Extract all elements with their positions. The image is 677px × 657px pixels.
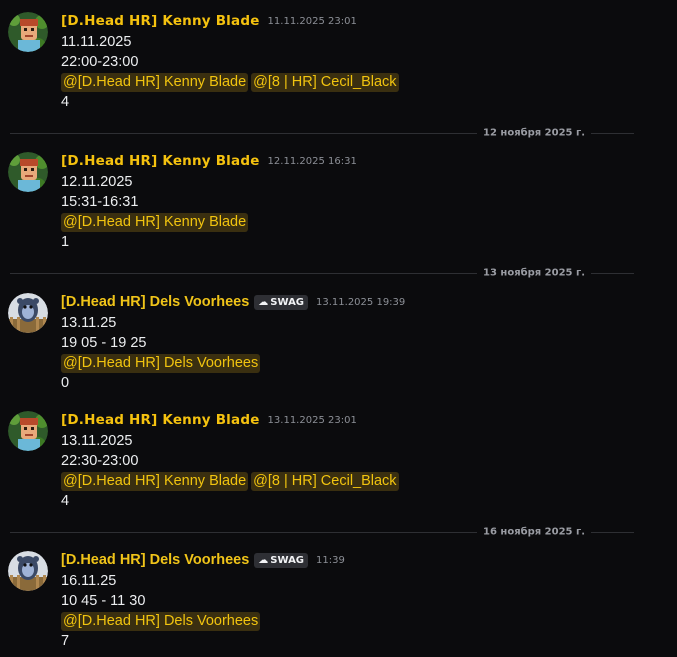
author-name[interactable]: [D.Head HR] Kenny Blade <box>61 13 260 29</box>
server-tag-badge[interactable]: ☁ SWAG <box>254 552 309 568</box>
message-line: 16.11.25 <box>61 573 117 589</box>
message-line: 12.11.2025 <box>61 174 133 190</box>
user-mention[interactable]: @[8 | HR] Cecil_Black <box>251 73 399 92</box>
message-line: 22:00-23:00 <box>61 54 139 70</box>
message-content: 12.11.2025 15:31-16:31 @[D.Head HR] Kenn… <box>61 172 251 252</box>
message-timestamp: 13.11.2025 19:39 <box>316 296 406 308</box>
author-name[interactable]: [D.Head HR] Kenny Blade <box>61 153 260 169</box>
message-line: 4 <box>61 493 70 509</box>
green-character-avatar-icon[interactable] <box>8 12 48 52</box>
green-character-avatar-icon[interactable] <box>8 152 48 192</box>
message-content: 13.11.2025 22:30-23:00 @[D.Head HR] Kenn… <box>61 431 402 511</box>
message-timestamp: 11:39 <box>316 554 345 566</box>
message-line: 19 05 - 19 25 <box>61 335 147 351</box>
message-timestamp: 11.11.2025 23:01 <box>267 15 357 27</box>
swag-tag-icon: ☁ <box>258 296 269 308</box>
date-divider-label: 16 ноября 2025 г. <box>477 526 591 538</box>
user-mention[interactable]: @[D.Head HR] Dels Voorhees <box>61 354 261 373</box>
message-line: 22:30-23:00 <box>61 453 139 469</box>
green-character-avatar-icon[interactable] <box>8 411 48 451</box>
message-line: 4 <box>61 94 70 110</box>
user-mention[interactable]: @[8 | HR] Cecil_Black <box>251 472 399 491</box>
user-mention[interactable]: @[D.Head HR] Kenny Blade <box>61 213 249 232</box>
server-tag-label: SWAG <box>270 554 305 566</box>
server-tag-label: SWAG <box>270 296 305 308</box>
date-divider-label: 13 ноября 2025 г. <box>477 267 591 279</box>
message-content: 13.11.25 19 05 - 19 25 @[D.Head HR] Dels… <box>61 313 263 393</box>
message-line: 11.11.2025 <box>61 34 132 50</box>
message-content: 16.11.25 10 45 - 11 30 @[D.Head HR] Dels… <box>61 571 263 651</box>
date-divider: 12 ноября 2025 г. <box>10 127 634 139</box>
message-line: 0 <box>61 375 70 391</box>
bear-avatar-icon[interactable] <box>8 293 48 333</box>
message-line: 13.11.25 <box>61 315 117 331</box>
author-name[interactable]: [D.Head HR] Dels Voorhees <box>61 294 249 310</box>
swag-tag-icon: ☁ <box>258 554 269 566</box>
author-name[interactable]: [D.Head HR] Dels Voorhees <box>61 552 249 568</box>
date-divider: 16 ноября 2025 г. <box>10 526 634 538</box>
date-divider-label: 12 ноября 2025 г. <box>477 127 591 139</box>
message-content: 11.11.2025 22:00-23:00 @[D.Head HR] Kenn… <box>61 32 402 112</box>
message-timestamp: 12.11.2025 16:31 <box>267 155 357 167</box>
user-mention[interactable]: @[D.Head HR] Kenny Blade <box>61 73 249 92</box>
bear-avatar-icon[interactable] <box>8 551 48 591</box>
message-line: 10 45 - 11 30 <box>61 593 146 609</box>
message-line: 15:31-16:31 <box>61 194 139 210</box>
user-mention[interactable]: @[D.Head HR] Kenny Blade <box>61 472 249 491</box>
message-line: 13.11.2025 <box>61 433 133 449</box>
message-line: 7 <box>61 633 70 649</box>
date-divider: 13 ноября 2025 г. <box>10 267 634 279</box>
user-mention[interactable]: @[D.Head HR] Dels Voorhees <box>61 612 261 631</box>
author-name[interactable]: [D.Head HR] Kenny Blade <box>61 412 260 428</box>
server-tag-badge[interactable]: ☁ SWAG <box>254 294 309 310</box>
message-timestamp: 13.11.2025 23:01 <box>267 414 357 426</box>
message-line: 1 <box>61 234 70 250</box>
